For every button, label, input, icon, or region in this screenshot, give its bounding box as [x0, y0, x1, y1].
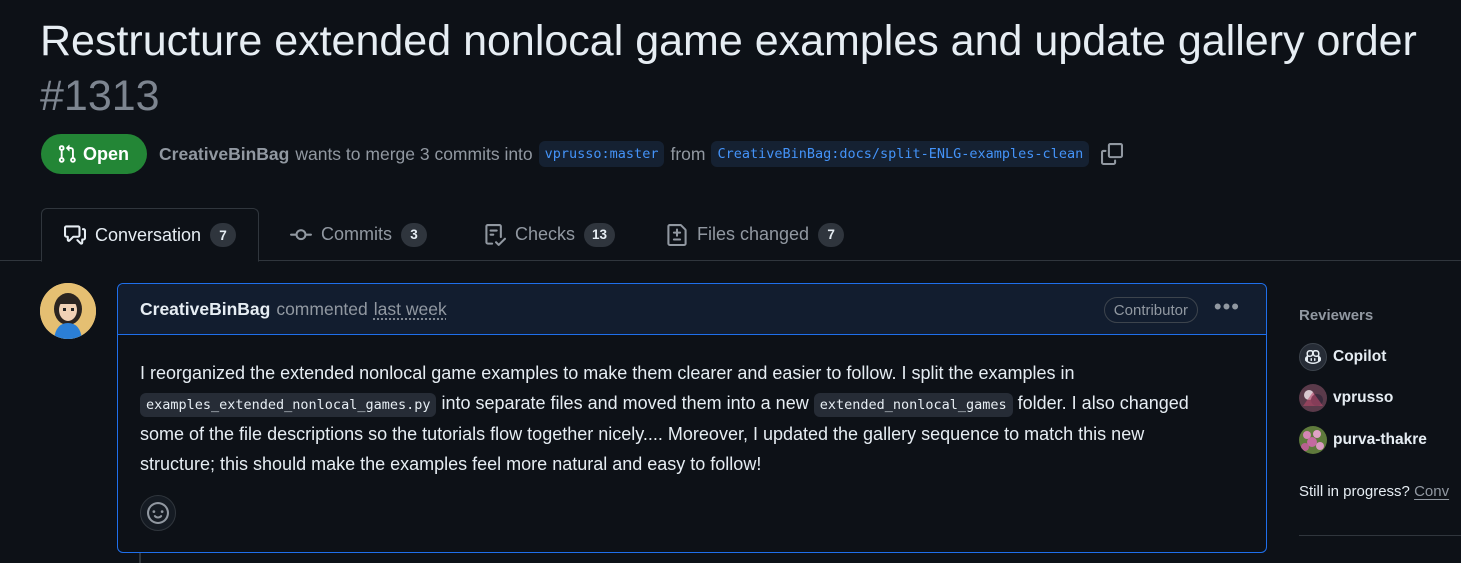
- pr-author-link[interactable]: CreativeBinBag: [159, 144, 289, 165]
- pr-title-text: Restructure extended nonlocal game examp…: [40, 17, 1417, 65]
- draft-note-text: Still in progress?: [1299, 483, 1410, 500]
- tab-label: Conversation: [95, 224, 202, 245]
- comment-text: into separate files and moved them into …: [436, 392, 814, 413]
- comment-timestamp[interactable]: last week: [374, 299, 447, 320]
- inline-code: examples_extended_nonlocal_games.py: [140, 392, 437, 417]
- state-label: Open: [83, 143, 130, 164]
- pr-number: #1313: [40, 72, 160, 120]
- head-branch[interactable]: CreativeBinBag:docs/split-ENLG-examples-…: [711, 141, 1090, 167]
- copilot-icon: [1299, 343, 1327, 371]
- tab-checks[interactable]: Checks 13: [462, 208, 637, 261]
- contributor-badge: Contributor: [1103, 297, 1198, 323]
- git-commit-icon: [290, 228, 312, 240]
- comment-text: I reorganized the extended nonlocal game…: [140, 363, 1075, 383]
- reviewers-heading[interactable]: Reviewers: [1299, 307, 1461, 324]
- state-badge-open: Open: [41, 134, 148, 174]
- reviewer-copilot[interactable]: Copilot: [1299, 343, 1386, 371]
- pr-tabs: Conversation 7 Commits 3 Checks 13 Files…: [0, 208, 1461, 262]
- timeline-line: [139, 553, 141, 563]
- sidebar-divider: [1299, 535, 1461, 536]
- comment-action: commented: [276, 298, 368, 319]
- reviewer-purva-thakre[interactable]: purva-thakre: [1299, 426, 1427, 454]
- pr-description-comment: CreativeBinBag commented last week Contr…: [117, 283, 1267, 553]
- comment-author-link[interactable]: CreativeBinBag: [140, 299, 270, 320]
- convert-to-draft-link[interactable]: Conv: [1414, 483, 1449, 500]
- kebab-menu-icon[interactable]: •••: [1214, 296, 1240, 318]
- base-branch[interactable]: vprusso:master: [538, 141, 665, 167]
- draft-note: Still in progress? Conv: [1299, 483, 1449, 500]
- merge-description: wants to merge 3 commits into: [295, 143, 533, 164]
- pr-title: Restructure extended nonlocal game examp…: [40, 14, 1450, 124]
- reviewer-name: Copilot: [1333, 348, 1387, 365]
- reviewer-name: vprusso: [1333, 389, 1394, 406]
- copy-icon: [1101, 143, 1124, 165]
- git-pull-request-icon: [58, 144, 76, 163]
- avatar: [1299, 426, 1327, 454]
- avatar: [1299, 384, 1327, 412]
- reviewer-vprusso[interactable]: vprusso: [1299, 384, 1393, 412]
- add-reaction-button[interactable]: [140, 495, 176, 531]
- comment-discussion-icon: [64, 225, 86, 245]
- inline-code: extended_nonlocal_games: [813, 392, 1013, 417]
- tab-label: Commits: [321, 224, 392, 244]
- checklist-icon: [485, 223, 506, 246]
- tab-counter: 13: [584, 222, 616, 247]
- tab-files-changed[interactable]: Files changed 7: [644, 208, 866, 261]
- tab-commits[interactable]: Commits 3: [268, 208, 449, 261]
- tab-conversation[interactable]: Conversation 7: [41, 208, 260, 262]
- tab-counter: 7: [210, 223, 237, 247]
- file-diff-icon: [667, 223, 687, 246]
- comment-header: CreativeBinBag commented last week Contr…: [118, 284, 1266, 335]
- smiley-icon: [147, 502, 169, 524]
- tab-counter: 3: [401, 222, 427, 247]
- tab-label: Checks: [515, 224, 576, 244]
- tab-counter: 7: [818, 222, 845, 247]
- copy-branch-button[interactable]: [1101, 143, 1124, 165]
- comment-body: I reorganized the extended nonlocal game…: [118, 335, 1238, 479]
- tab-label: Files changed: [697, 224, 810, 244]
- reviewer-name: purva-thakre: [1333, 431, 1427, 448]
- from-text: from: [670, 143, 706, 164]
- comment-author-avatar[interactable]: [40, 283, 96, 339]
- pr-meta: Open CreativeBinBag wants to merge 3 com…: [41, 134, 1124, 174]
- sidebar: Reviewers Copilot vprusso purva-thakre S…: [1299, 307, 1461, 536]
